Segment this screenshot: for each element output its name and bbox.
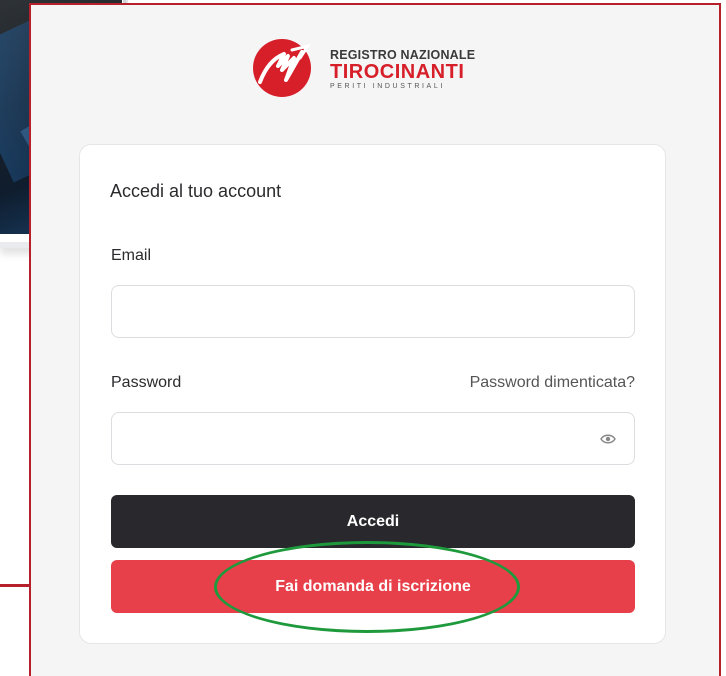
forgot-password-link[interactable]: Password dimenticata?: [470, 374, 635, 392]
password-field[interactable]: [111, 412, 635, 465]
logo-text: REGISTRO NAZIONALE TIROCINANTI PERITI IN…: [330, 48, 475, 90]
email-field[interactable]: [111, 285, 635, 338]
logo-line2: TIROCINANTI: [330, 61, 465, 83]
logo-line1: REGISTRO NAZIONALE: [330, 48, 476, 62]
logo-line3: PERITI INDUSTRIALI: [330, 83, 445, 90]
email-label: Email: [111, 247, 152, 264]
annotation-ellipse: [214, 541, 520, 633]
login-title: Accedi al tuo account: [110, 181, 282, 201]
registro-logo: REGISTRO NAZIONALE TIROCINANTI PERITI IN…: [248, 36, 508, 100]
logo-mark-icon: [253, 39, 312, 97]
password-label: Password: [111, 374, 182, 391]
eye-icon[interactable]: [600, 432, 616, 446]
